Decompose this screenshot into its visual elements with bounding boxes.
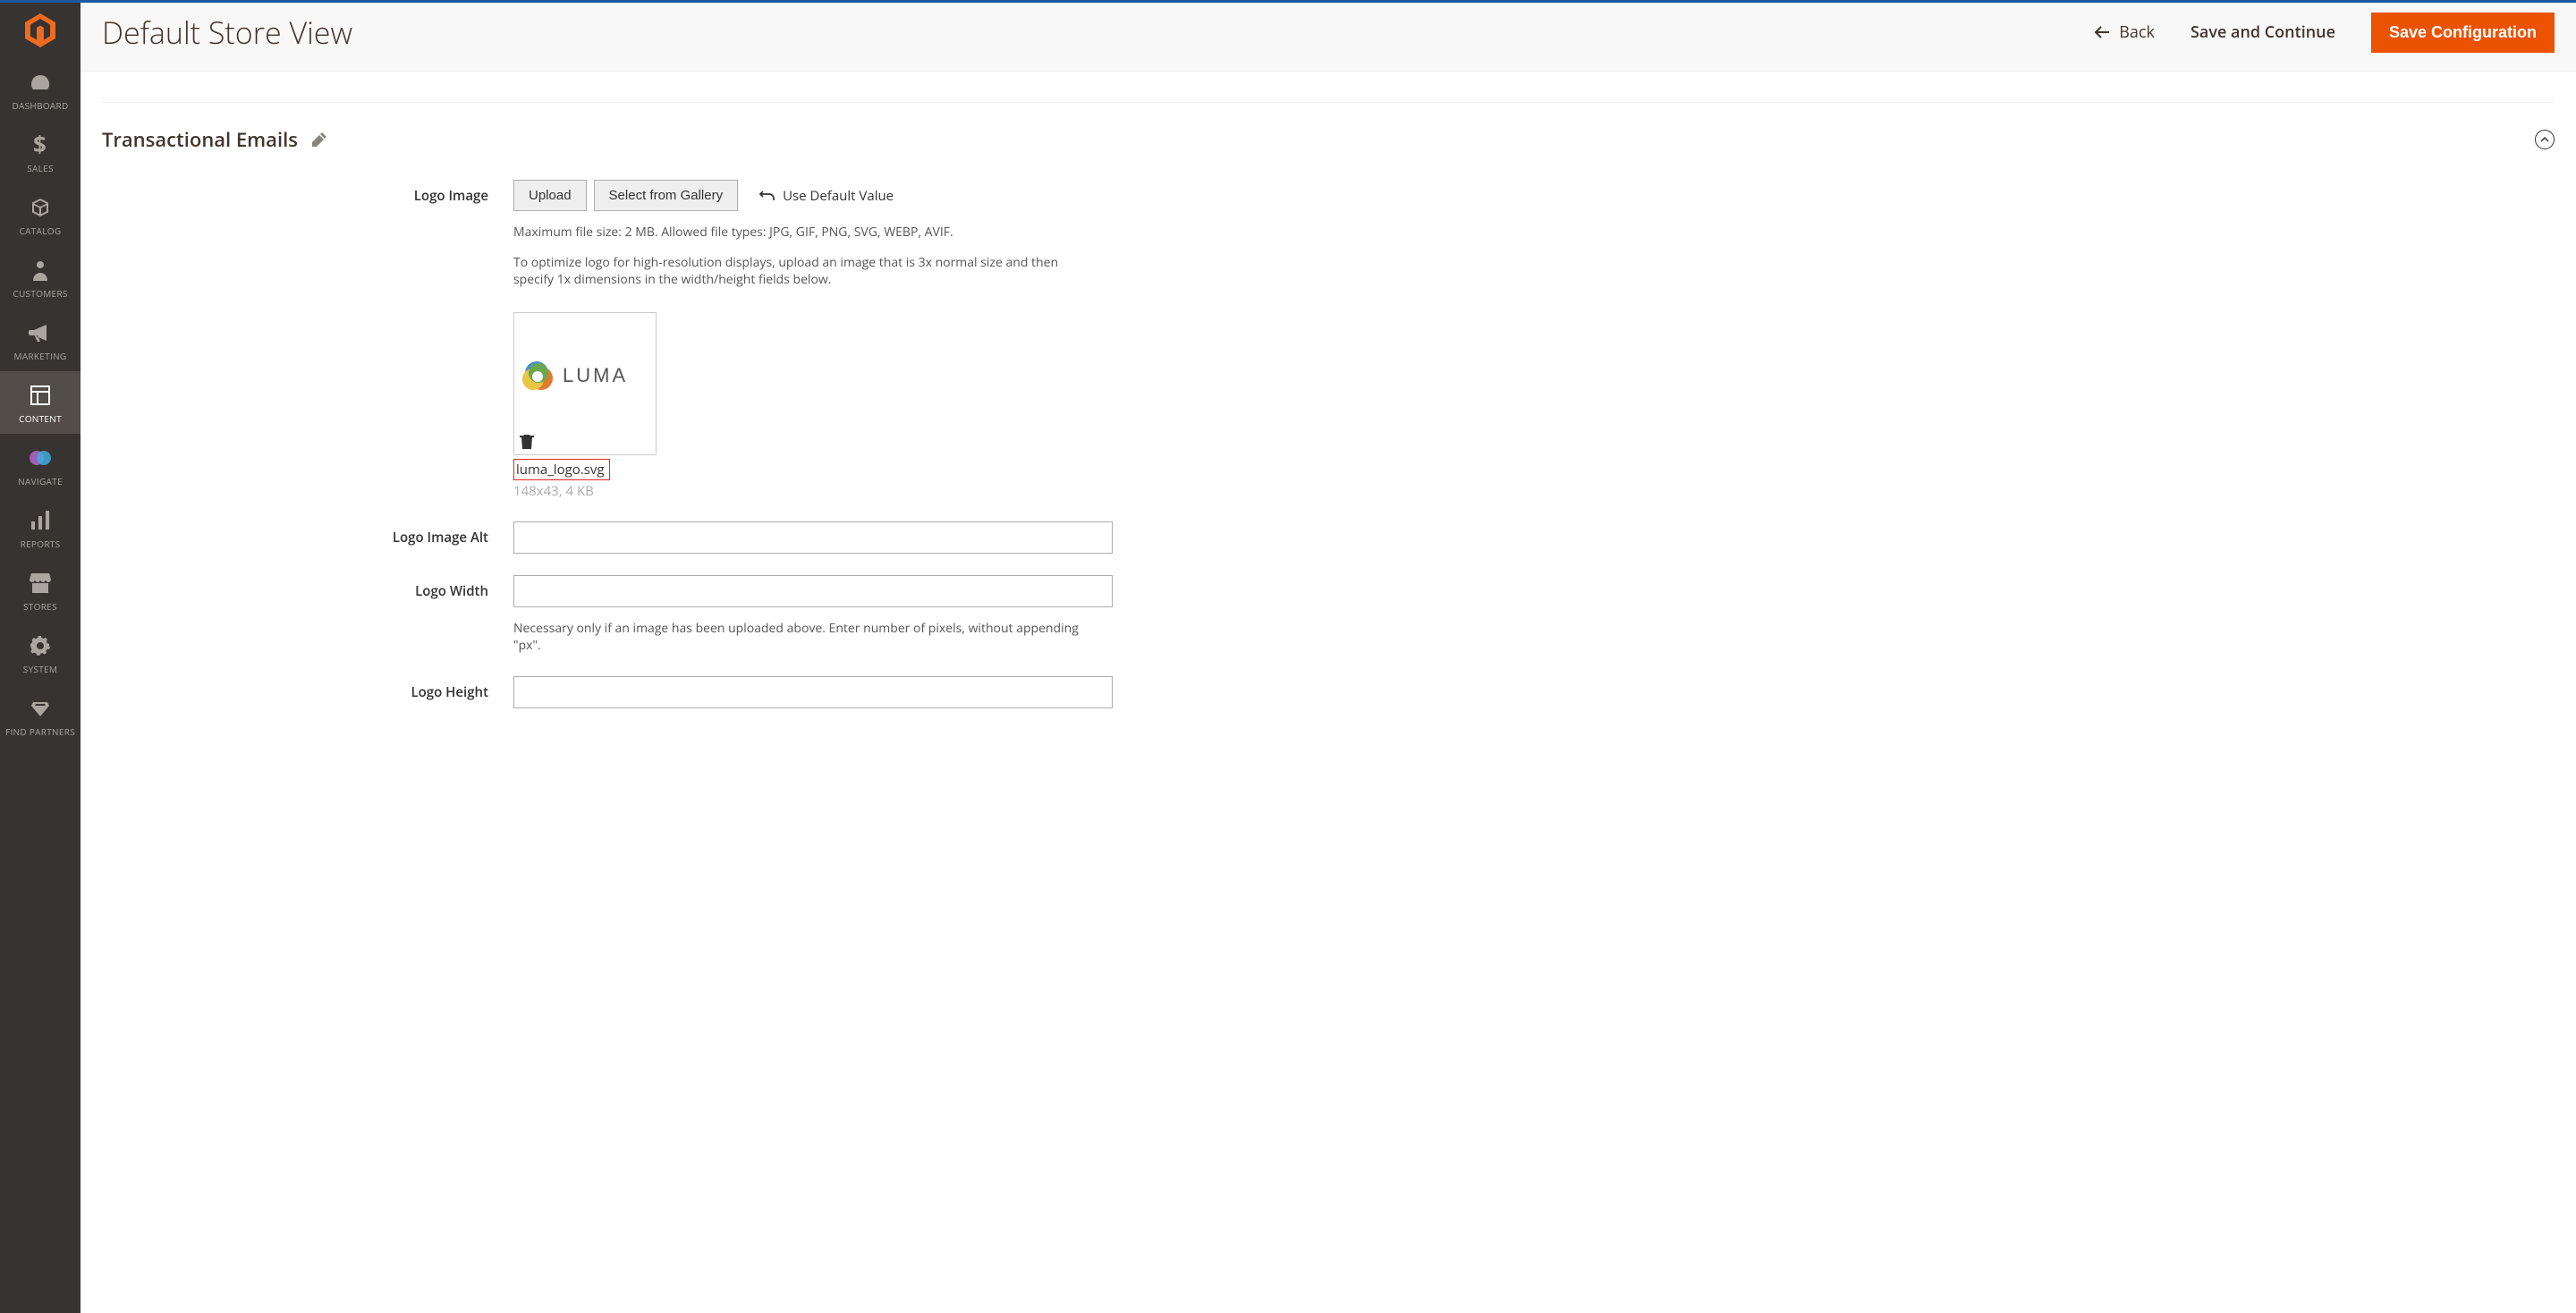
uploaded-file-meta: 148x43, 4 KB	[513, 482, 1157, 500]
sidebar-item-stores[interactable]: STORES	[0, 559, 80, 622]
sidebar-item-catalog[interactable]: CATALOG	[0, 183, 80, 246]
field-label: Logo Width	[415, 582, 488, 655]
back-label: Back	[2119, 21, 2155, 43]
form-row-logo-height: Logo Height	[102, 665, 2555, 708]
undo-icon	[759, 190, 775, 202]
sidebar-item-partners[interactable]: FIND PARTNERS	[0, 684, 80, 747]
sidebar-item-label: CONTENT	[19, 412, 62, 425]
field-label: Logo Height	[411, 683, 488, 708]
sidebar-item-system[interactable]: SYSTEM	[0, 622, 80, 684]
bar-chart-icon	[30, 509, 50, 532]
logo-image-alt-input[interactable]	[513, 521, 1113, 554]
sidebar-item-content[interactable]: CONTENT	[0, 371, 80, 434]
sidebar-item-label: MARKETING	[14, 350, 67, 362]
logo-height-input[interactable]	[513, 676, 1113, 708]
form-row-logo-alt: Logo Image Alt	[102, 511, 2555, 564]
uploaded-filename: luma_logo.svg	[513, 459, 610, 480]
upload-button[interactable]: Upload	[513, 180, 587, 211]
sidebar: DASHBOARD $ SALES CATALOG CUSTOMERS MARK…	[0, 0, 80, 1313]
help-text: To optimize logo for high-resolution dis…	[513, 254, 1086, 289]
partners-icon	[30, 697, 51, 720]
use-default-value-button[interactable]: Use Default Value	[759, 187, 894, 205]
page-title: Default Store View	[102, 12, 352, 53]
sidebar-item-label: STORES	[23, 600, 57, 613]
save-and-continue-button[interactable]: Save and Continue	[2190, 21, 2335, 43]
logo-preview-image: LUMA	[520, 318, 650, 433]
layout-icon	[30, 384, 50, 407]
help-text: Maximum file size: 2 MB. Allowed file ty…	[513, 224, 1086, 241]
select-from-gallery-button[interactable]: Select from Gallery	[594, 180, 739, 211]
sidebar-item-reports[interactable]: REPORTS	[0, 496, 80, 559]
gauge-icon	[30, 71, 51, 94]
form-row-logo-image: Logo Image Upload Select from Gallery Us…	[102, 169, 2555, 511]
back-button[interactable]: Back	[2094, 21, 2155, 43]
sidebar-item-label: SALES	[27, 162, 54, 174]
sidebar-item-marketing[interactable]: MARKETING	[0, 309, 80, 371]
box-icon	[30, 196, 51, 219]
sidebar-item-label: NAVIGATE	[18, 475, 63, 487]
arrow-left-icon	[2094, 26, 2110, 38]
logo-width-input[interactable]	[513, 575, 1113, 607]
section-title: Transactional Emails	[102, 126, 298, 153]
sidebar-item-customers[interactable]: CUSTOMERS	[0, 246, 80, 309]
form-row-logo-width: Logo Width Necessary only if an image ha…	[102, 564, 2555, 665]
field-label: Logo Image Alt	[393, 529, 488, 554]
navigate-icon	[28, 446, 53, 470]
person-icon	[32, 258, 48, 282]
svg-text:$: $	[33, 133, 47, 157]
sidebar-item-label: FIND PARTNERS	[5, 725, 75, 738]
sidebar-item-navigate[interactable]: NAVIGATE	[0, 434, 80, 496]
field-label: Logo Image	[414, 187, 488, 500]
svg-text:LUMA: LUMA	[563, 364, 628, 386]
use-default-label: Use Default Value	[783, 187, 894, 205]
sidebar-item-label: SYSTEM	[23, 663, 57, 675]
logo-image-preview: LUMA	[513, 312, 657, 455]
dollar-icon: $	[33, 133, 47, 157]
sidebar-item-label: CATALOG	[20, 224, 62, 237]
save-configuration-button[interactable]: Save Configuration	[2371, 13, 2555, 53]
store-icon	[30, 572, 51, 595]
sidebar-item-label: CUSTOMERS	[13, 287, 67, 300]
magento-logo[interactable]	[0, 3, 80, 58]
page-header: Default Store View Back Save and Continu…	[80, 3, 2576, 72]
pencil-icon[interactable]	[312, 132, 326, 147]
sidebar-item-label: REPORTS	[21, 538, 61, 550]
collapse-toggle[interactable]	[2535, 130, 2555, 149]
megaphone-icon	[29, 321, 52, 344]
sidebar-item-dashboard[interactable]: DASHBOARD	[0, 58, 80, 121]
trash-icon[interactable]	[520, 433, 536, 449]
sidebar-item-label: DASHBOARD	[12, 99, 68, 112]
sidebar-item-sales[interactable]: $ SALES	[0, 121, 80, 183]
chevron-up-icon	[2540, 137, 2549, 142]
help-text: Necessary only if an image has been uplo…	[513, 620, 1086, 655]
gear-icon	[30, 634, 50, 657]
section-header: Transactional Emails	[102, 102, 2555, 169]
